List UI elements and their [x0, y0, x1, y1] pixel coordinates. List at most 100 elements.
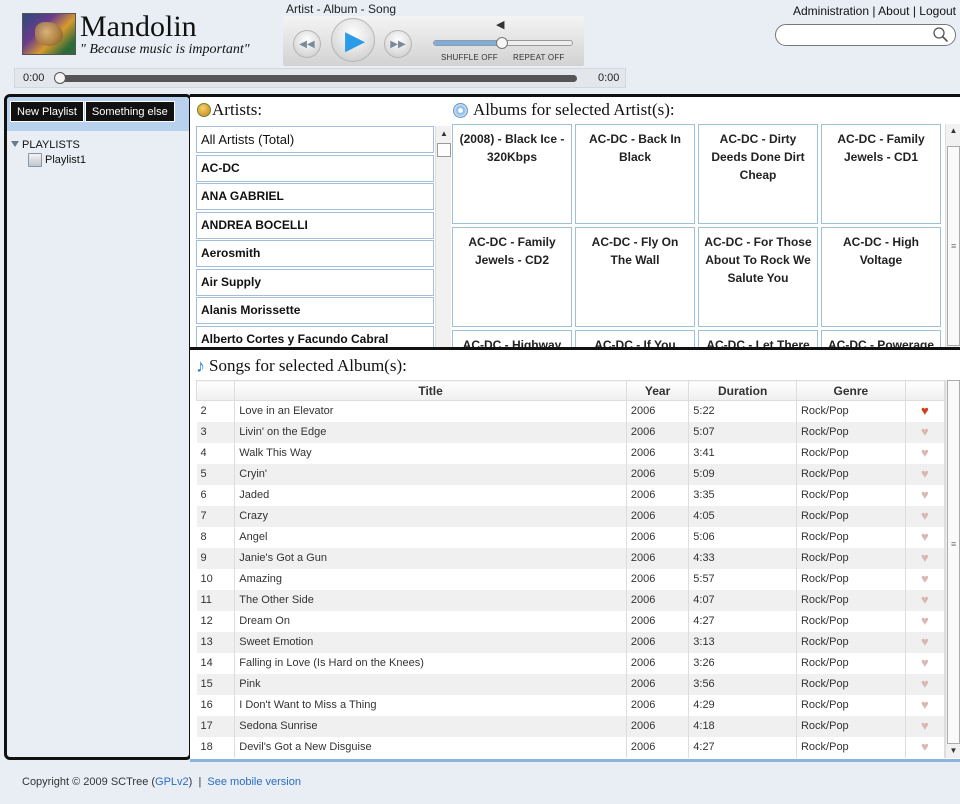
table-row[interactable]: 2 Love in an Elevator 2006 5:22 Rock/Pop ♥: [196, 400, 946, 422]
album-tile[interactable]: AC-DC - For Those About To Rock We Salut…: [698, 227, 818, 327]
search-input[interactable]: [775, 24, 956, 46]
table-row[interactable]: 16 I Don't Want to Miss a Thing 2006 4:29 Ro…: [196, 694, 946, 716]
search-icon[interactable]: [932, 26, 950, 44]
artist-item[interactable]: Aerosmith: [196, 240, 434, 267]
column-header-track[interactable]: [195, 380, 236, 401]
artist-item[interactable]: ANA GABRIEL: [196, 183, 434, 210]
heart-icon[interactable]: ♥: [921, 467, 929, 480]
previous-icon: ◀◀: [299, 38, 315, 50]
table-row[interactable]: 15 Pink 2006 3:56 Rock/Pop ♥: [196, 673, 946, 695]
artist-item[interactable]: Alberto Cortes y Facundo Cabral: [196, 325, 434, 348]
scroll-thumb[interactable]: [437, 143, 451, 157]
heart-icon[interactable]: ♥: [921, 446, 929, 459]
previous-button[interactable]: ◀◀: [293, 30, 321, 58]
playlist-item[interactable]: Playlist1: [28, 153, 86, 167]
artist-item[interactable]: ANDREA BOCELLI: [196, 211, 434, 239]
logout-link[interactable]: Logout: [919, 4, 956, 18]
administration-link[interactable]: Administration: [793, 4, 869, 18]
table-row[interactable]: 10 Amazing 2006 5:57 Rock/Pop ♥: [196, 568, 946, 590]
heart-icon[interactable]: ♥: [921, 530, 929, 543]
heart-icon[interactable]: ♥: [921, 572, 929, 585]
playlist-icon: [28, 153, 42, 167]
artist-item[interactable]: Alanis Morissette: [196, 297, 434, 324]
table-row[interactable]: 11 The Other Side 2006 4:07 Rock/Pop ♥: [196, 589, 946, 611]
heart-icon[interactable]: ♥: [921, 656, 929, 669]
heart-icon[interactable]: ♥: [921, 509, 929, 522]
album-tile[interactable]: AC-DC - Fly On The Wall: [575, 227, 695, 327]
mobile-version-link[interactable]: See mobile version: [207, 776, 301, 788]
new-playlist-button[interactable]: New Playlist: [10, 101, 84, 122]
top-links: Administration | About | Logout: [792, 4, 956, 18]
album-tile[interactable]: AC-DC - Back In Black: [575, 124, 695, 224]
heart-icon[interactable]: ♥: [921, 677, 929, 690]
column-header-genre[interactable]: Genre: [795, 380, 906, 401]
table-row[interactable]: 17 Sedona Sunrise 2006 4:18 Rock/Pop ♥: [196, 715, 946, 737]
scroll-thumb[interactable]: ≡: [947, 146, 960, 346]
album-tile[interactable]: AC-DC - Powerage: [821, 330, 941, 348]
seek-slider[interactable]: [55, 75, 577, 82]
scroll-up-arrow-icon[interactable]: ▲: [946, 124, 960, 138]
heart-icon[interactable]: ♥: [921, 404, 929, 417]
license-link[interactable]: GPLv2: [155, 776, 189, 788]
table-row[interactable]: 5 Cryin' 2006 5:09 Rock/Pop ♥: [196, 463, 946, 485]
column-header-duration[interactable]: Duration: [688, 380, 797, 401]
heart-icon[interactable]: ♥: [921, 740, 929, 753]
albums-scrollbar[interactable]: ▲ ≡: [945, 124, 960, 348]
heart-icon[interactable]: ♥: [921, 551, 929, 564]
table-row[interactable]: 12 Dream On 2006 4:27 Rock/Pop ♥: [196, 610, 946, 632]
table-row[interactable]: 4 Walk This Way 2006 3:41 Rock/Pop ♥: [196, 442, 946, 464]
column-header-year[interactable]: Year: [625, 380, 690, 401]
genre-cell: Rock/Pop: [796, 400, 906, 422]
table-row[interactable]: 18 Devil's Got a New Disguise 2006 4:27 Rock…: [196, 736, 946, 758]
heart-icon[interactable]: ♥: [921, 635, 929, 648]
expand-arrow-icon[interactable]: [11, 141, 19, 147]
play-button[interactable]: ▶: [331, 18, 375, 62]
heart-icon[interactable]: ♥: [921, 593, 929, 606]
scroll-thumb[interactable]: ≡: [947, 380, 960, 744]
album-tile[interactable]: AC-DC - Family Jewels - CD1: [821, 124, 941, 224]
column-header-love[interactable]: [904, 380, 946, 401]
track-cell: 14: [196, 652, 236, 674]
next-button[interactable]: ▶▶: [384, 30, 412, 58]
songs-scrollbar[interactable]: ≡ ▼: [945, 380, 960, 758]
volume-handle[interactable]: [496, 37, 508, 49]
tree-root-playlists[interactable]: PLAYLISTS: [11, 139, 86, 151]
artists-scrollbar[interactable]: ▲: [435, 126, 451, 348]
album-tile[interactable]: (2008) - Black Ice - 320Kbps: [452, 124, 572, 224]
table-row[interactable]: 6 Jaded 2006 3:35 Rock/Pop ♥: [196, 484, 946, 506]
album-tile[interactable]: AC-DC - If You Want: [575, 330, 695, 348]
repeat-toggle[interactable]: REPEAT OFF: [513, 53, 565, 62]
table-row[interactable]: 7 Crazy 2006 4:05 Rock/Pop ♥: [196, 505, 946, 527]
album-tile[interactable]: AC-DC - Dirty Deeds Done Dirt Cheap: [698, 124, 818, 224]
seek-handle[interactable]: [54, 72, 66, 84]
artist-item-all[interactable]: All Artists (Total): [196, 126, 434, 153]
heart-icon[interactable]: ♥: [921, 488, 929, 501]
table-row[interactable]: 3 Livin' on the Edge 2006 5:07 Rock/Pop ♥: [196, 421, 946, 443]
album-tile[interactable]: AC-DC - High Voltage: [821, 227, 941, 327]
panel-divider[interactable]: [190, 347, 960, 350]
scroll-up-arrow-icon[interactable]: ▲: [436, 126, 452, 142]
album-tile[interactable]: AC-DC - Family Jewels - CD2: [452, 227, 572, 327]
artist-item[interactable]: Air Supply: [196, 268, 434, 296]
table-row[interactable]: 14 Falling in Love (Is Hard on the Knees)…: [196, 652, 946, 674]
scroll-down-arrow-icon[interactable]: ▼: [946, 744, 960, 758]
something-else-button[interactable]: Something else: [84, 101, 175, 122]
album-tile[interactable]: AC-DC - Let There: [698, 330, 818, 348]
title-cell: Angel: [234, 526, 627, 548]
table-row[interactable]: 8 Angel 2006 5:06 Rock/Pop ♥: [196, 526, 946, 548]
about-link[interactable]: About: [878, 4, 909, 18]
duration-cell: 4:27: [688, 610, 797, 632]
table-row[interactable]: 9 Janie's Got a Gun 2006 4:33 Rock/Pop ♥: [196, 547, 946, 569]
play-icon: ▶: [345, 24, 365, 55]
artist-item[interactable]: AC-DC: [196, 154, 434, 182]
heart-icon[interactable]: ♥: [921, 425, 929, 438]
heart-icon[interactable]: ♥: [921, 614, 929, 627]
heart-icon[interactable]: ♥: [921, 719, 929, 732]
year-cell: 2006: [626, 568, 690, 590]
column-header-title[interactable]: Title: [234, 380, 627, 401]
heart-icon[interactable]: ♥: [921, 698, 929, 711]
shuffle-toggle[interactable]: SHUFFLE OFF: [441, 53, 498, 62]
genre-cell: Rock/Pop: [796, 463, 906, 485]
table-row[interactable]: 13 Sweet Emotion 2006 3:13 Rock/Pop ♥: [196, 631, 946, 653]
album-tile[interactable]: AC-DC - Highway: [452, 330, 572, 348]
